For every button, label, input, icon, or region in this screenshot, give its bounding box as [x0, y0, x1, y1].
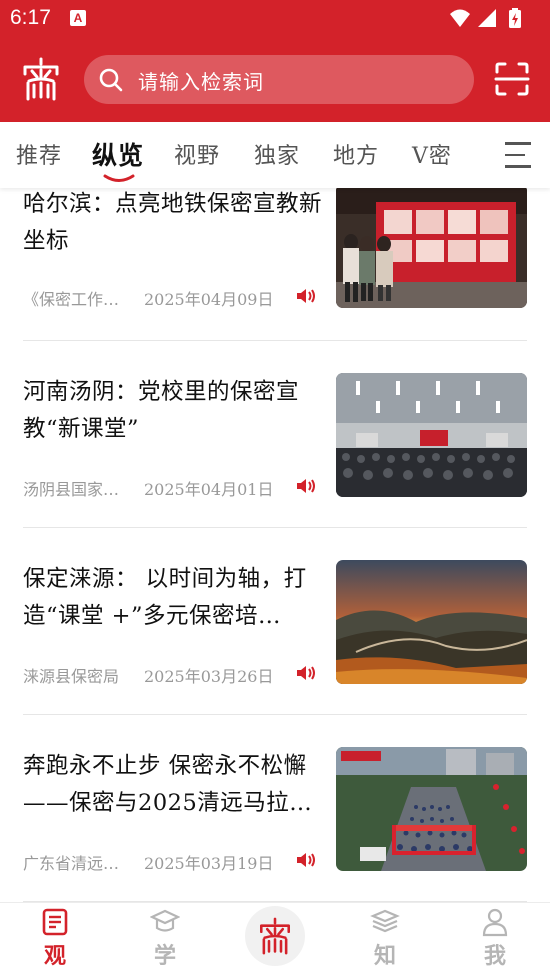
tab-overview[interactable]: 纵览 — [92, 136, 144, 172]
news-date: 2025年03月26日 — [144, 667, 274, 686]
books-icon — [370, 909, 400, 933]
status-icons — [450, 8, 521, 28]
news-date: 2025年03月19日 — [144, 854, 274, 873]
scan-icon[interactable] — [494, 61, 530, 97]
nav-label: 观 — [43, 943, 66, 969]
news-thumbnail[interactable] — [336, 747, 527, 871]
news-item[interactable]: 哈尔滨：点亮地铁保密宣教新坐标 《保密工作… 2025年04月09日 — [23, 188, 527, 341]
app-header: 请输入检索词 — [0, 36, 550, 122]
speaker-icon[interactable] — [295, 477, 317, 495]
nav-item-zhi[interactable]: 知 — [355, 907, 415, 975]
news-source: 《保密工作… — [23, 290, 120, 309]
signal-icon — [478, 9, 496, 27]
tab-vision[interactable]: 视野 — [174, 138, 220, 170]
search-icon — [99, 68, 123, 92]
news-list: 哈尔滨：点亮地铁保密宣教新坐标 《保密工作… 2025年04月09日 河南汤阴：… — [0, 188, 550, 902]
a-badge-icon: A — [70, 10, 86, 26]
news-source: 涞源县保密局 — [23, 667, 120, 686]
nav-item-wo[interactable]: 我 — [465, 907, 525, 975]
nav-item-home[interactable] — [245, 906, 305, 966]
nav-item-xue[interactable]: 学 — [135, 907, 195, 975]
tab-recommend[interactable]: 推荐 — [16, 138, 62, 170]
baomi-seal-logo[interactable] — [20, 57, 62, 101]
nav-label: 学 — [153, 943, 176, 969]
news-source: 汤阴县国家… — [23, 480, 120, 499]
news-title[interactable]: 保定涞源： 以时间为轴，打造“课堂 +”多元保密培… — [23, 561, 328, 635]
tab-vmi[interactable]: V密 — [412, 138, 452, 170]
news-title[interactable]: 哈尔滨：点亮地铁保密宣教新坐标 — [23, 188, 328, 260]
nav-item-guan[interactable]: 观 — [25, 907, 85, 975]
news-thumbnail[interactable] — [336, 188, 527, 308]
nav-label: 我 — [483, 943, 506, 969]
baomi-seal-logo — [260, 917, 290, 955]
active-tab-indicator — [103, 174, 135, 182]
news-thumbnail[interactable] — [336, 373, 527, 497]
menu-icon[interactable] — [505, 142, 533, 170]
graduation-cap-icon — [150, 909, 180, 932]
tab-exclusive[interactable]: 独家 — [254, 138, 300, 170]
speaker-icon[interactable] — [295, 287, 317, 305]
speaker-icon[interactable] — [295, 851, 317, 869]
news-item[interactable]: 保定涞源： 以时间为轴，打造“课堂 +”多元保密培… 涞源县保密局 2025年0… — [23, 528, 527, 715]
status-bar: 6:17 A — [0, 0, 550, 36]
bottom-nav: 观 学 知 我 — [0, 902, 550, 977]
user-icon — [482, 908, 508, 937]
news-date: 2025年04月01日 — [144, 480, 274, 499]
tab-local[interactable]: 地方 — [333, 138, 379, 170]
search-input[interactable]: 请输入检索词 — [138, 66, 264, 95]
news-title[interactable]: 河南汤阴：党校里的保密宣教“新课堂” — [23, 374, 328, 448]
news-source: 广东省清远… — [23, 854, 120, 873]
news-date: 2025年04月09日 — [144, 290, 274, 309]
status-time: 6:17 — [10, 6, 51, 29]
speaker-icon[interactable] — [295, 664, 317, 682]
battery-charging-icon — [509, 8, 521, 28]
news-item[interactable]: 河南汤阴：党校里的保密宣教“新课堂” 汤阴县国家… 2025年04月01日 — [23, 341, 527, 528]
news-title[interactable]: 奔跑永不止步 保密永不松懈——保密与2025清远马拉… — [23, 748, 328, 822]
article-icon — [42, 908, 68, 936]
news-item[interactable]: 奔跑永不止步 保密永不松懈——保密与2025清远马拉… 广东省清远… 2025年… — [23, 715, 527, 902]
category-tabs: 推荐 纵览 视野 独家 地方 V密 — [0, 122, 550, 188]
wifi-icon — [450, 9, 470, 27]
search-bar[interactable]: 请输入检索词 — [84, 55, 474, 104]
nav-label: 知 — [373, 943, 396, 969]
news-thumbnail[interactable] — [336, 560, 527, 684]
